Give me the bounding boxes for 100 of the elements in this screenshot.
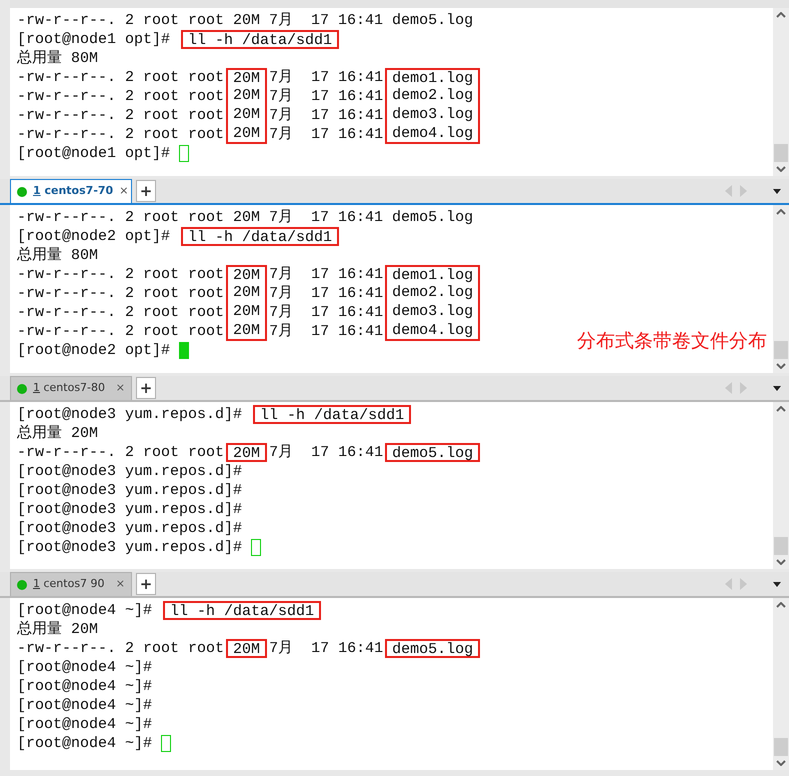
terminal-text: 7月 17 16:41 [269, 68, 384, 87]
terminal-text: 总用量 20M [17, 424, 98, 443]
terminal-text: [root@node1 opt]# [17, 144, 172, 163]
scroll-up-icon[interactable] [776, 209, 786, 215]
highlighted-text: demo1.log [385, 68, 480, 87]
dropdown-icon[interactable] [773, 188, 781, 194]
terminal-text: -rw-r--r--. 2 root root [17, 322, 224, 341]
scroll-down-icon[interactable] [776, 363, 786, 369]
scrollbar[interactable] [773, 8, 789, 176]
scroll-down-icon[interactable] [776, 559, 786, 565]
scrollbar[interactable] [773, 598, 789, 770]
highlighted-text: demo5.log [385, 443, 480, 462]
terminal-text: -rw-r--r--. 2 root root [17, 284, 224, 303]
scroll-left-icon[interactable] [725, 578, 732, 590]
highlighted-text: 20M [226, 87, 268, 106]
terminal-text: 7月 17 16:41 [269, 125, 384, 144]
terminal-text: [root@node4 ~]# [17, 601, 154, 620]
terminal-tab[interactable]: 1 centos7 90 × [10, 572, 132, 596]
highlighted-text: demo3.log [385, 106, 480, 125]
terminal-text: -rw-r--r--. 2 root root [17, 106, 224, 125]
terminal-text: -rw-r--r--. 2 root root [17, 125, 224, 144]
highlighted-text: demo3.log [385, 303, 480, 322]
terminal-text: [root@node3 yum.repos.d]# [17, 538, 244, 557]
status-dot [17, 384, 27, 394]
highlighted-text: demo2.log [385, 87, 480, 106]
new-tab-button[interactable]: + [136, 573, 156, 595]
terminal-text: -rw-r--r--. 2 root root [17, 639, 224, 658]
dropdown-icon[interactable] [773, 582, 781, 586]
highlighted-text: 20M [226, 125, 268, 144]
terminal-text: -rw-r--r--. 2 root root [17, 265, 224, 284]
scroll-right-icon[interactable] [740, 578, 747, 590]
close-button[interactable]: × [116, 576, 125, 593]
highlighted-text: demo4.log [385, 125, 480, 144]
terminal-text: 7月 17 16:41 [269, 87, 384, 106]
scroll-down-icon[interactable] [776, 166, 786, 172]
highlighted-text: demo5.log [385, 639, 480, 658]
dropdown-icon[interactable] [773, 386, 781, 390]
terminal-text: 总用量 80M [17, 49, 98, 68]
scroll-right-icon[interactable] [740, 382, 747, 394]
highlighted-text: 20M [226, 284, 268, 303]
terminal-tab[interactable]: 1 centos7-80 × [10, 376, 132, 400]
new-tab-button[interactable]: + [136, 180, 156, 202]
terminal-text: 7月 17 16:41 [269, 639, 384, 658]
annotation-text: 分布式条带卷文件分布 [577, 328, 767, 354]
scrollbar[interactable] [773, 402, 789, 569]
highlighted-text: ll -h /data/sdd1 [181, 30, 340, 49]
terminal-text: 7月 17 16:41 [269, 303, 384, 322]
terminal-text: 7月 17 16:41 [269, 265, 384, 284]
close-button[interactable]: × [116, 380, 125, 397]
scroll-down-icon[interactable] [776, 760, 786, 766]
terminal-text: -rw-r--r--. 2 root root [17, 443, 224, 462]
close-button[interactable]: × [119, 183, 128, 200]
highlighted-text: 20M [226, 68, 268, 87]
scroll-left-icon[interactable] [725, 185, 732, 197]
highlighted-text: demo1.log [385, 265, 480, 284]
terminal-text: -rw-r--r--. 2 root root [17, 68, 224, 87]
highlighted-text: 20M [226, 322, 268, 341]
terminal-text: [root@node4 ~]# [17, 734, 154, 753]
terminal-text: [root@node3 yum.repos.d]# [17, 500, 242, 519]
terminal-text: [root@node4 ~]# [17, 677, 152, 696]
highlighted-text: 20M [226, 443, 268, 462]
highlighted-text: ll -h /data/sdd1 [253, 405, 412, 424]
terminal-text: -rw-r--r--. 2 root root [17, 87, 224, 106]
scroll-up-icon[interactable] [776, 12, 786, 18]
scroll-thumb[interactable] [774, 537, 788, 555]
scroll-thumb[interactable] [774, 144, 788, 162]
terminal-text: [root@node3 yum.repos.d]# [17, 519, 242, 538]
scroll-up-icon[interactable] [776, 602, 786, 608]
terminal-text: 7月 17 16:41 [269, 284, 384, 303]
highlighted-text: 20M [226, 265, 268, 284]
scroll-right-icon[interactable] [740, 185, 747, 197]
terminal-text: [root@node3 yum.repos.d]# [17, 462, 242, 481]
highlighted-text: demo2.log [385, 284, 480, 303]
terminal-text: [root@node4 ~]# [17, 696, 152, 715]
terminal-text: [root@node3 yum.repos.d]# [17, 405, 244, 424]
highlighted-text: 20M [226, 639, 268, 658]
terminal-text: -rw-r--r--. 2 root root 20M 7月 17 16:41 demo5.log [17, 11, 474, 30]
highlighted-text: ll -h /data/sdd1 [181, 227, 340, 246]
terminal-text: 总用量 80M [17, 246, 98, 265]
scroll-up-icon[interactable] [776, 406, 786, 412]
terminal-text: [root@node4 ~]# [17, 658, 152, 677]
terminal-text: [root@node2 opt]# [17, 227, 172, 246]
scroll-thumb[interactable] [774, 738, 788, 756]
new-tab-button[interactable]: + [136, 377, 156, 399]
terminal-text: 7月 17 16:41 [269, 106, 384, 125]
highlighted-text: 20M [226, 303, 268, 322]
status-dot [17, 186, 27, 196]
scroll-thumb[interactable] [774, 341, 788, 359]
terminal-text: [root@node4 ~]# [17, 715, 152, 734]
scrollbar[interactable] [773, 205, 789, 373]
terminal-text: 总用量 20M [17, 620, 98, 639]
terminal-text: [root@node3 yum.repos.d]# [17, 481, 242, 500]
terminal-text: [root@node2 opt]# [17, 341, 172, 360]
highlighted-text: ll -h /data/sdd1 [163, 601, 322, 620]
terminal-text: [root@node1 opt]# [17, 30, 172, 49]
terminal-text: 7月 17 16:41 [269, 443, 384, 462]
terminal-tab[interactable]: 1 centos7-70 × [10, 179, 132, 203]
terminal-text: -rw-r--r--. 2 root root 20M 7月 17 16:41 demo5.log [17, 208, 474, 227]
scroll-left-icon[interactable] [725, 382, 732, 394]
highlighted-text: demo4.log [385, 322, 480, 341]
